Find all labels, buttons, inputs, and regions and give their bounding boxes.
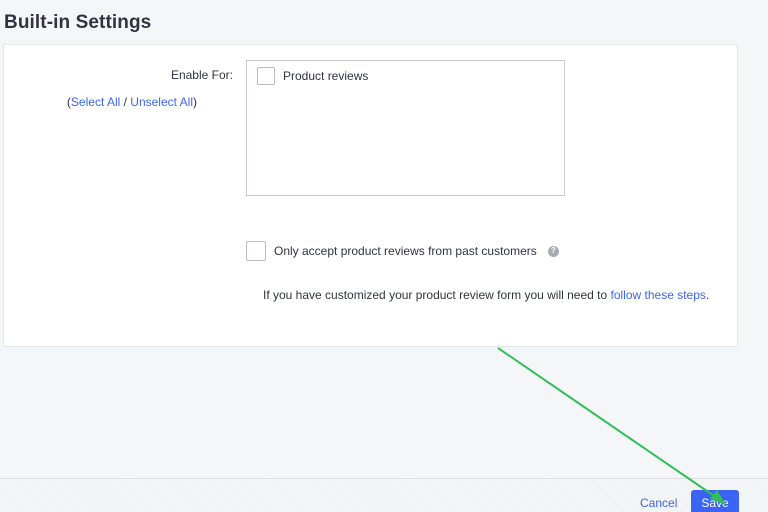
customized-form-text: If you have customized your product revi… <box>263 288 611 302</box>
past-customers-label: Only accept product reviews from past cu… <box>274 244 537 258</box>
enable-for-listbox[interactable]: Product reviews <box>246 60 565 196</box>
customized-form-note: If you have customized your product revi… <box>263 288 709 302</box>
action-footer: Cancel Save <box>0 478 768 512</box>
past-customers-option[interactable]: Only accept product reviews from past cu… <box>246 241 559 261</box>
select-all-link[interactable]: Select All <box>71 95 120 109</box>
settings-panel: Enable For: (Select All / Unselect All) … <box>3 44 738 347</box>
settings-page: Built-in Settings Enable For: (Select Al… <box>0 0 768 512</box>
note-suffix: . <box>705 288 710 302</box>
follow-steps-link[interactable]: follow these steps <box>611 288 706 302</box>
cancel-button[interactable]: Cancel <box>640 496 677 510</box>
select-links: (Select All / Unselect All) <box>67 95 197 109</box>
help-icon[interactable]: ? <box>547 245 559 257</box>
save-button[interactable]: Save <box>691 490 739 512</box>
unselect-all-link[interactable]: Unselect All <box>130 95 193 109</box>
page-title: Built-in Settings <box>4 12 152 33</box>
list-item-product-reviews[interactable]: Product reviews <box>257 67 368 85</box>
close-paren: ) <box>193 95 197 109</box>
past-customers-checkbox[interactable] <box>246 241 266 261</box>
link-separator: / <box>120 95 131 109</box>
product-reviews-label: Product reviews <box>283 69 369 83</box>
enable-for-label: Enable For: <box>170 68 233 82</box>
product-reviews-checkbox[interactable] <box>257 67 275 85</box>
